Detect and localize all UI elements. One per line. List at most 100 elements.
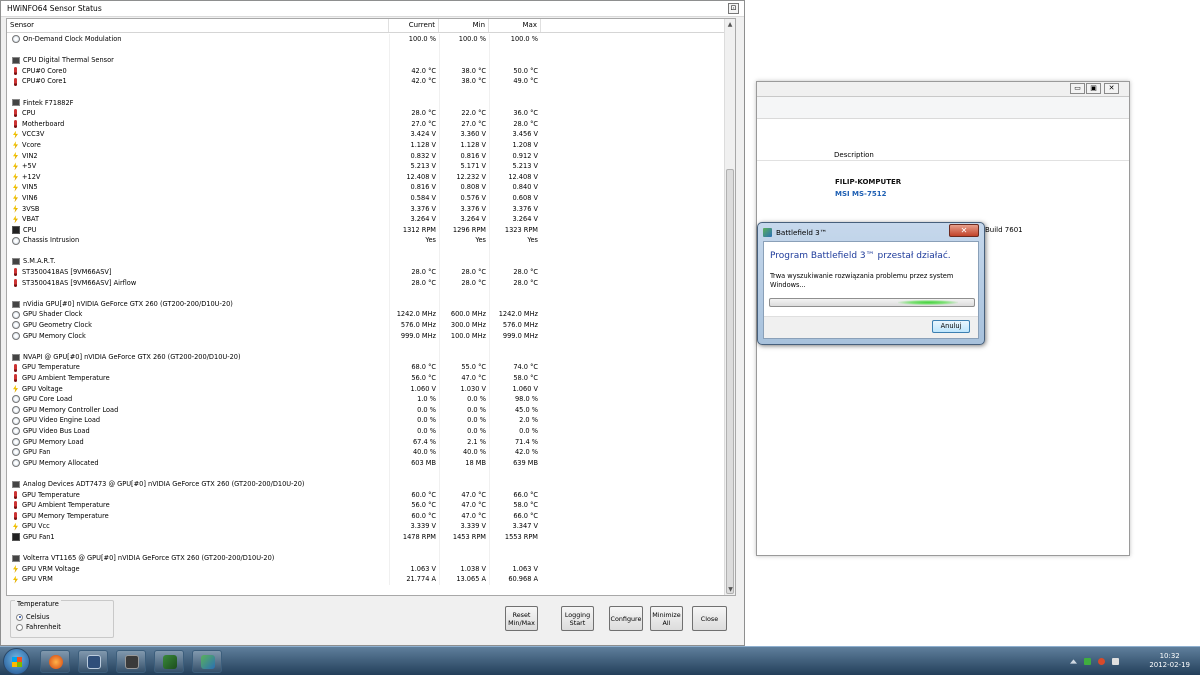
- sensor-group-row[interactable]: S.M.A.R.T.: [7, 256, 725, 268]
- table-row[interactable]: GPU Vcc 3.339 V 3.339 V 3.347 V: [7, 521, 725, 532]
- table-row[interactable]: GPU Video Bus Load 0.0 % 0.0 % 0.0 %: [7, 425, 725, 437]
- table-row[interactable]: Vcore 1.128 V 1.128 V 1.208 V: [7, 139, 725, 151]
- table-row[interactable]: VBAT 3.264 V 3.264 V 3.264 V: [7, 214, 725, 225]
- taskbar-firefox[interactable]: [40, 650, 70, 673]
- vertical-scrollbar[interactable]: ▲ ▼: [724, 19, 735, 595]
- sensor-name-cell: Fintek F71882F: [7, 98, 389, 109]
- sensor-label: Volterra VT1165 @ GPU[#0] nVIDIA GeForce…: [23, 554, 275, 563]
- current-value: 67.4 %: [389, 436, 439, 448]
- sensor-group-row[interactable]: Volterra VT1165 @ GPU[#0] nVIDIA GeForce…: [7, 553, 725, 564]
- table-row[interactable]: GPU VRM 21.774 A 13.065 A 60.968 A: [7, 574, 725, 585]
- table-row[interactable]: VIN2 0.832 V 0.816 V 0.912 V: [7, 150, 725, 162]
- sensor-name-cell: +5V: [7, 161, 389, 172]
- table-row[interactable]: GPU Ambient Temperature 56.0 °C 47.0 °C 58.…: [7, 500, 725, 511]
- dialog-message: Trwa wyszukiwanie rozwiązania problemu p…: [770, 272, 954, 289]
- maximize-window-icon[interactable]: ▣: [1086, 83, 1101, 94]
- max-value: 28.0 °C: [489, 118, 541, 130]
- configure-button[interactable]: Configure: [609, 606, 643, 631]
- table-row[interactable]: Chassis Intrusion Yes Yes Yes: [7, 235, 725, 246]
- table-row[interactable]: GPU Memory Controller Load 0.0 % 0.0 % 45.0…: [7, 404, 725, 416]
- table-row[interactable]: VCC3V 3.424 V 3.360 V 3.456 V: [7, 129, 725, 140]
- close-window-icon[interactable]: ✕: [1104, 83, 1119, 94]
- table-row[interactable]: GPU VRM Voltage 1.063 V 1.038 V 1.063 V: [7, 563, 725, 575]
- close-button[interactable]: Close: [692, 606, 727, 631]
- show-hidden-icons-icon[interactable]: [1070, 659, 1077, 664]
- table-row[interactable]: GPU Core Load 1.0 % 0.0 % 98.0 %: [7, 394, 725, 405]
- blank-row: [7, 288, 725, 299]
- table-row[interactable]: GPU Memory Load 67.4 % 2.1 % 71.4 %: [7, 436, 725, 448]
- taskbar-game[interactable]: [116, 650, 146, 673]
- start-button[interactable]: [3, 648, 30, 675]
- sensor-group-row[interactable]: CPU Digital Thermal Sensor: [7, 55, 725, 66]
- table-row[interactable]: GPU Geometry Clock 576.0 MHz 300.0 MHz 576.…: [7, 320, 725, 331]
- computer-model[interactable]: MSI MS-7512: [835, 190, 886, 198]
- minimize-all-button[interactable]: Minimize All: [650, 606, 683, 631]
- table-row[interactable]: GPU Fan 40.0 % 40.0 % 42.0 %: [7, 447, 725, 458]
- table-row[interactable]: VIN5 0.816 V 0.808 V 0.840 V: [7, 182, 725, 193]
- scroll-thumb[interactable]: [726, 169, 734, 594]
- table-row[interactable]: ST3500418AS [9VM66ASV] 28.0 °C 28.0 °C 28.0…: [7, 267, 725, 278]
- scroll-up-arrow-icon[interactable]: ▲: [725, 19, 735, 30]
- column-header-sensor[interactable]: Sensor: [7, 19, 389, 32]
- table-row[interactable]: GPU Memory Allocated 603 MB 18 MB 639 MB: [7, 457, 725, 469]
- table-row[interactable]: CPU 1312 RPM 1296 RPM 1323 RPM: [7, 224, 725, 236]
- column-header-max[interactable]: Max: [489, 19, 541, 32]
- table-row[interactable]: ST3500418AS [9VM66ASV] Airflow 28.0 °C 28.…: [7, 277, 725, 289]
- current-value: 21.774 A: [389, 574, 439, 585]
- cancel-button[interactable]: Anuluj: [932, 320, 970, 333]
- current-value: [389, 97, 439, 109]
- max-value: 28.0 °C: [489, 277, 541, 289]
- table-row[interactable]: CPU 28.0 °C 22.0 °C 36.0 °C: [7, 108, 725, 119]
- current-value: [389, 341, 439, 352]
- sensor-group-row[interactable]: NVAPI @ GPU[#0] nVIDIA GeForce GTX 260 (…: [7, 351, 725, 363]
- max-value: 999.0 MHz: [489, 330, 541, 342]
- table-row[interactable]: +5V 5.213 V 5.171 V 5.213 V: [7, 161, 725, 172]
- table-row[interactable]: GPU Ambient Temperature 56.0 °C 47.0 °C 58.…: [7, 373, 725, 384]
- celsius-option[interactable]: Celsius: [16, 613, 49, 621]
- sensor-group-row[interactable]: nVidia GPU[#0] nVIDIA GeForce GTX 260 (G…: [7, 298, 725, 310]
- column-header-min[interactable]: Min: [439, 19, 489, 32]
- table-row[interactable]: 3VSB 3.376 V 3.376 V 3.376 V: [7, 203, 725, 215]
- dialog-close-button[interactable]: ✕: [949, 224, 979, 237]
- column-header-current[interactable]: Current: [389, 19, 439, 32]
- sensor-label: VBAT: [22, 215, 40, 224]
- table-row[interactable]: CPU#0 Core0 42.0 °C 38.0 °C 50.0 °C: [7, 65, 725, 77]
- max-value: 0.912 V: [489, 150, 541, 162]
- table-row[interactable]: CPU#0 Core1 42.0 °C 38.0 °C 49.0 °C: [7, 76, 725, 87]
- taskbar-app[interactable]: [154, 650, 184, 673]
- sensor-group-row[interactable]: Analog Devices ADT7473 @ GPU[#0] nVIDIA …: [7, 478, 725, 490]
- alert-icon[interactable]: [1098, 658, 1105, 665]
- table-row[interactable]: GPU Fan1 1478 RPM 1453 RPM 1553 RPM: [7, 531, 725, 543]
- reset-min-max-button[interactable]: Reset Min/Max: [505, 606, 538, 631]
- sensor-group-row[interactable]: Fintek F71882F: [7, 97, 725, 109]
- celsius-radio[interactable]: [16, 613, 23, 621]
- window-menu-button[interactable]: ⊡: [728, 3, 739, 14]
- fahrenheit-option[interactable]: Fahrenheit: [16, 623, 61, 631]
- table-row[interactable]: VIN6 0.584 V 0.576 V 0.608 V: [7, 192, 725, 204]
- volume-icon[interactable]: [1112, 658, 1119, 665]
- sensor-label: Motherboard: [22, 119, 65, 128]
- table-row[interactable]: GPU Video Engine Load 0.0 % 0.0 % 2.0 %: [7, 415, 725, 426]
- table-row[interactable]: GPU Memory Temperature 60.0 °C 47.0 °C 66.0…: [7, 510, 725, 522]
- scroll-down-arrow-icon[interactable]: ▼: [725, 584, 735, 595]
- table-row[interactable]: GPU Memory Clock 999.0 MHz 100.0 MHz 999.0 …: [7, 330, 725, 342]
- fahrenheit-radio[interactable]: [16, 623, 23, 631]
- logging-start-button[interactable]: Logging Start: [561, 606, 594, 631]
- table-row[interactable]: On-Demand Clock Modulation 100.0 % 100.0 %…: [7, 34, 725, 45]
- minimize-window-icon[interactable]: ▭: [1070, 83, 1085, 94]
- hwinfo-titlebar[interactable]: HWiNFO64 Sensor Status ⊡: [1, 1, 744, 17]
- table-row[interactable]: Motherboard 27.0 °C 27.0 °C 28.0 °C: [7, 118, 725, 130]
- taskbar-hwinfo[interactable]: [78, 650, 108, 673]
- clock[interactable]: 10:32 2012-02-19: [1149, 652, 1190, 670]
- table-row[interactable]: GPU Temperature 68.0 °C 55.0 °C 74.0 °C: [7, 362, 725, 373]
- table-row[interactable]: +12V 12.408 V 12.232 V 12.408 V: [7, 171, 725, 183]
- table-row[interactable]: GPU Voltage 1.060 V 1.030 V 1.060 V: [7, 383, 725, 395]
- gauge-icon: [12, 406, 20, 415]
- sensor-label: GPU Ambient Temperature: [22, 501, 110, 510]
- table-row[interactable]: GPU Shader Clock 1242.0 MHz 600.0 MHz 1242.…: [7, 309, 725, 321]
- taskbar-system-info[interactable]: [192, 650, 222, 673]
- sensor-name-cell: CPU: [7, 225, 389, 236]
- voltage-icon: [13, 183, 18, 192]
- table-row[interactable]: GPU Temperature 60.0 °C 47.0 °C 66.0 °C: [7, 489, 725, 501]
- network-icon[interactable]: [1084, 658, 1091, 665]
